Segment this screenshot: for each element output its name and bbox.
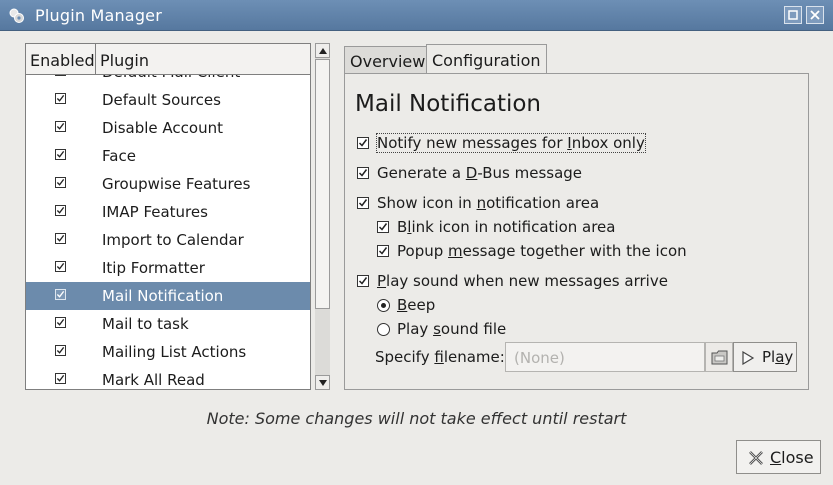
plugin-enabled-checkbox[interactable] — [55, 121, 66, 132]
column-header-plugin[interactable]: Plugin — [96, 44, 310, 75]
check-icon — [56, 150, 65, 158]
check-icon — [56, 234, 65, 242]
checkbox-checked-icon — [357, 167, 369, 179]
plugin-row[interactable]: Face — [26, 142, 310, 170]
plugin-row[interactable]: Default Mail Client — [26, 75, 310, 86]
plugin-name: Mark All Read — [102, 371, 205, 389]
check-icon — [56, 178, 65, 186]
blink-icon-label: Blink icon in notification area — [397, 218, 616, 236]
checkbox-checked-icon — [357, 137, 369, 149]
check-icon — [56, 290, 65, 298]
filename-field[interactable]: (None) — [505, 342, 705, 372]
scroll-up-button[interactable] — [315, 43, 330, 58]
scroll-thumb[interactable] — [315, 59, 330, 309]
close-icon — [810, 10, 820, 20]
check-icon — [56, 206, 65, 214]
plugin-name: Default Sources — [102, 91, 221, 109]
check-icon — [56, 94, 65, 102]
check-icon — [56, 374, 65, 382]
plugin-enabled-checkbox[interactable] — [55, 75, 66, 76]
check-icon — [56, 262, 65, 270]
plugin-name: Import to Calendar — [102, 231, 244, 249]
plugin-enabled-checkbox[interactable] — [55, 345, 66, 356]
plugin-row[interactable]: Mailing List Actions — [26, 338, 310, 366]
title-bar: Plugin Manager — [0, 0, 833, 31]
checkbox-checked-icon — [377, 245, 389, 257]
maximize-button[interactable] — [784, 6, 802, 24]
plugin-row[interactable]: Import to Calendar — [26, 226, 310, 254]
plugin-enabled-checkbox[interactable] — [55, 149, 66, 160]
plugin-name: Mailing List Actions — [102, 343, 247, 361]
plugin-enabled-checkbox[interactable] — [55, 373, 66, 384]
plugin-row[interactable]: Groupwise Features — [26, 170, 310, 198]
play-icon — [742, 351, 755, 365]
plugin-name: Default Mail Client — [102, 75, 240, 81]
plugin-name: Mail Notification — [102, 287, 224, 305]
filename-label: Specify filename: — [375, 348, 505, 366]
popup-message-label: Popup message together with the icon — [397, 242, 687, 260]
plugin-name: Mail to task — [102, 315, 189, 333]
plugin-name: IMAP Features — [102, 203, 208, 221]
beep-label: Beep — [397, 296, 436, 314]
close-button[interactable]: Close — [736, 440, 821, 474]
plugin-name: Disable Account — [102, 119, 223, 137]
column-header-enabled[interactable]: Enabled — [26, 44, 96, 75]
window-title: Plugin Manager — [35, 6, 162, 25]
browse-file-button[interactable] — [705, 342, 733, 372]
plugin-row[interactable]: Default Sources — [26, 86, 310, 114]
check-icon — [56, 122, 65, 130]
checkbox-checked-icon — [357, 197, 369, 209]
plugin-list[interactable]: Enabled Plugin Default Mail ClientDefaul… — [25, 43, 311, 390]
arrow-up-icon — [319, 48, 327, 54]
play-sound-label: Play sound when new messages arrive — [377, 272, 668, 290]
plugin-enabled-checkbox[interactable] — [55, 261, 66, 272]
plugin-name: Groupwise Features — [102, 175, 251, 193]
plugin-row[interactable]: Mail to task — [26, 310, 310, 338]
plugin-enabled-checkbox[interactable] — [55, 205, 66, 216]
plugin-enabled-checkbox[interactable] — [55, 93, 66, 104]
radio-selected-icon — [377, 299, 390, 312]
plugin-row[interactable]: Itip Formatter — [26, 254, 310, 282]
plugin-icon — [8, 7, 25, 24]
plugin-row[interactable]: Mail Notification — [26, 282, 310, 310]
plugin-enabled-checkbox[interactable] — [55, 233, 66, 244]
config-title: Mail Notification — [355, 91, 541, 117]
window-close-button[interactable] — [806, 6, 824, 24]
notify-inbox-only-label: Notify new messages for Inbox only — [376, 133, 646, 153]
check-icon — [56, 346, 65, 354]
checkbox-checked-icon — [377, 221, 389, 233]
plugin-enabled-checkbox[interactable] — [55, 177, 66, 188]
list-scrollbar[interactable] — [315, 43, 330, 390]
dbus-message-label: Generate a D-Bus message — [377, 164, 583, 182]
plugin-rows: Default Mail Client Default Sources Disabl… — [26, 75, 310, 389]
checkbox-checked-icon — [357, 275, 369, 287]
play-button[interactable]: Play — [733, 342, 797, 372]
folder-icon — [711, 350, 728, 365]
show-icon-label: Show icon in notification area — [377, 194, 600, 212]
close-button-label: Close — [770, 448, 814, 467]
plugin-name: Face — [102, 147, 136, 165]
plugin-row[interactable]: Mark All Read — [26, 366, 310, 389]
plugin-enabled-checkbox[interactable] — [55, 317, 66, 328]
scroll-down-button[interactable] — [315, 375, 330, 390]
plugin-row[interactable]: Disable Account — [26, 114, 310, 142]
tab-configuration[interactable]: Configuration — [426, 44, 547, 74]
close-icon — [749, 451, 763, 465]
arrow-down-icon — [319, 380, 327, 386]
play-sound-file-label: Play sound file — [397, 320, 507, 338]
play-button-label: Play — [762, 348, 794, 366]
restart-note: Note: Some changes will not take effect … — [206, 409, 627, 428]
plugin-row[interactable]: IMAP Features — [26, 198, 310, 226]
plugin-name: Itip Formatter — [102, 259, 205, 277]
check-icon — [56, 318, 65, 326]
tab-overview[interactable]: Overview — [344, 46, 432, 73]
maximize-icon — [788, 10, 798, 20]
plugin-enabled-checkbox[interactable] — [55, 289, 66, 300]
radio-unselected-icon — [377, 323, 390, 336]
